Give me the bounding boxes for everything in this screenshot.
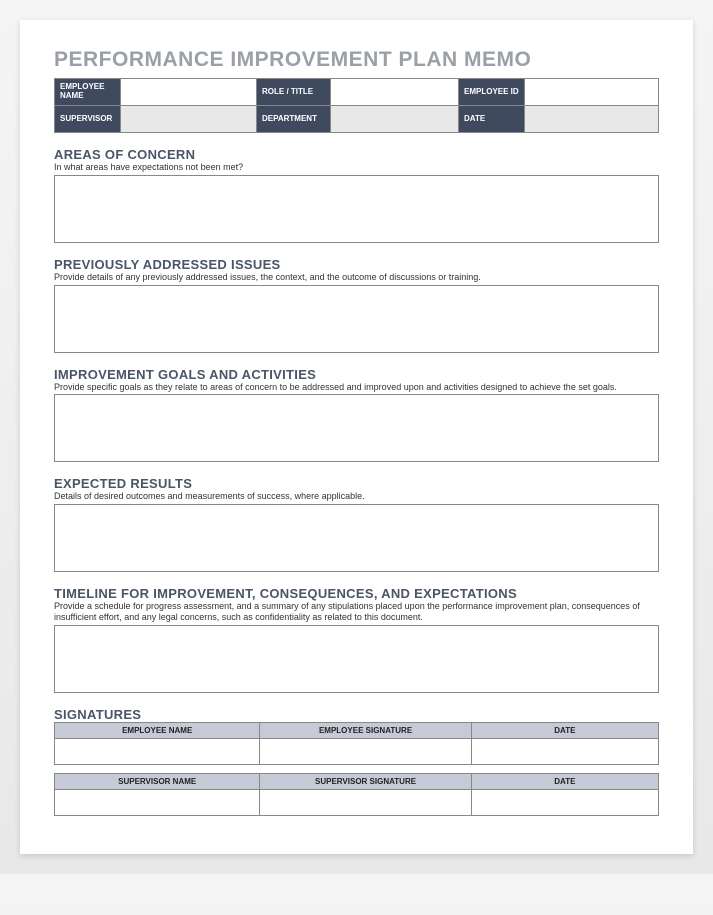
- field-areas-of-concern[interactable]: [54, 175, 659, 243]
- section-desc: Details of desired outcomes and measurem…: [54, 491, 659, 502]
- section-desc: In what areas have expectations not been…: [54, 162, 659, 173]
- document-page: PERFORMANCE IMPROVEMENT PLAN MEMO EMPLOY…: [20, 20, 693, 854]
- document-title: PERFORMANCE IMPROVEMENT PLAN MEMO: [54, 48, 659, 72]
- label-date: DATE: [459, 106, 525, 133]
- header-row-1: EMPLOYEE NAME ROLE / TITLE EMPLOYEE ID: [55, 79, 659, 106]
- section-title: PREVIOUSLY ADDRESSED ISSUES: [54, 257, 659, 272]
- field-supervisor-sig-date[interactable]: [471, 789, 658, 815]
- section-desc: Provide specific goals as they relate to…: [54, 382, 659, 393]
- field-department[interactable]: [331, 106, 459, 133]
- col-supervisor-signature: SUPERVISOR SIGNATURE: [260, 773, 471, 789]
- field-expected-results[interactable]: [54, 504, 659, 572]
- col-employee-signature: EMPLOYEE SIGNATURE: [260, 722, 471, 738]
- field-timeline[interactable]: [54, 625, 659, 693]
- field-employee-sig-date[interactable]: [471, 738, 658, 764]
- col-supervisor-name: SUPERVISOR NAME: [55, 773, 260, 789]
- section-desc: Provide a schedule for progress assessme…: [54, 601, 659, 623]
- field-employee-id[interactable]: [525, 79, 659, 106]
- col-date: DATE: [471, 722, 658, 738]
- label-role-title: ROLE / TITLE: [257, 79, 331, 106]
- section-expected-results: EXPECTED RESULTS Details of desired outc…: [54, 476, 659, 572]
- label-employee-name: EMPLOYEE NAME: [55, 79, 121, 106]
- header-table: EMPLOYEE NAME ROLE / TITLE EMPLOYEE ID S…: [54, 78, 659, 133]
- section-areas-of-concern: AREAS OF CONCERN In what areas have expe…: [54, 147, 659, 243]
- section-desc: Provide details of any previously addres…: [54, 272, 659, 283]
- field-supervisor[interactable]: [121, 106, 257, 133]
- field-improvement-goals[interactable]: [54, 394, 659, 462]
- field-date[interactable]: [525, 106, 659, 133]
- section-signatures: SIGNATURES EMPLOYEE NAME EMPLOYEE SIGNAT…: [54, 707, 659, 816]
- section-title: AREAS OF CONCERN: [54, 147, 659, 162]
- field-supervisor-signature[interactable]: [260, 789, 471, 815]
- field-role-title[interactable]: [331, 79, 459, 106]
- field-employee-signature[interactable]: [260, 738, 471, 764]
- field-supervisor-name-sig[interactable]: [55, 789, 260, 815]
- label-department: DEPARTMENT: [257, 106, 331, 133]
- section-title: TIMELINE FOR IMPROVEMENT, CONSEQUENCES, …: [54, 586, 659, 601]
- header-row-2: SUPERVISOR DEPARTMENT DATE: [55, 106, 659, 133]
- field-previous-issues[interactable]: [54, 285, 659, 353]
- label-supervisor: SUPERVISOR: [55, 106, 121, 133]
- section-title: EXPECTED RESULTS: [54, 476, 659, 491]
- signature-table-supervisor: SUPERVISOR NAME SUPERVISOR SIGNATURE DAT…: [54, 773, 659, 816]
- signature-table-employee: EMPLOYEE NAME EMPLOYEE SIGNATURE DATE: [54, 722, 659, 765]
- col-date: DATE: [471, 773, 658, 789]
- section-previous-issues: PREVIOUSLY ADDRESSED ISSUES Provide deta…: [54, 257, 659, 353]
- col-employee-name: EMPLOYEE NAME: [55, 722, 260, 738]
- section-improvement-goals: IMPROVEMENT GOALS AND ACTIVITIES Provide…: [54, 367, 659, 463]
- section-timeline: TIMELINE FOR IMPROVEMENT, CONSEQUENCES, …: [54, 586, 659, 693]
- section-title: IMPROVEMENT GOALS AND ACTIVITIES: [54, 367, 659, 382]
- section-title: SIGNATURES: [54, 707, 659, 722]
- label-employee-id: EMPLOYEE ID: [459, 79, 525, 106]
- field-employee-name[interactable]: [121, 79, 257, 106]
- field-employee-name-sig[interactable]: [55, 738, 260, 764]
